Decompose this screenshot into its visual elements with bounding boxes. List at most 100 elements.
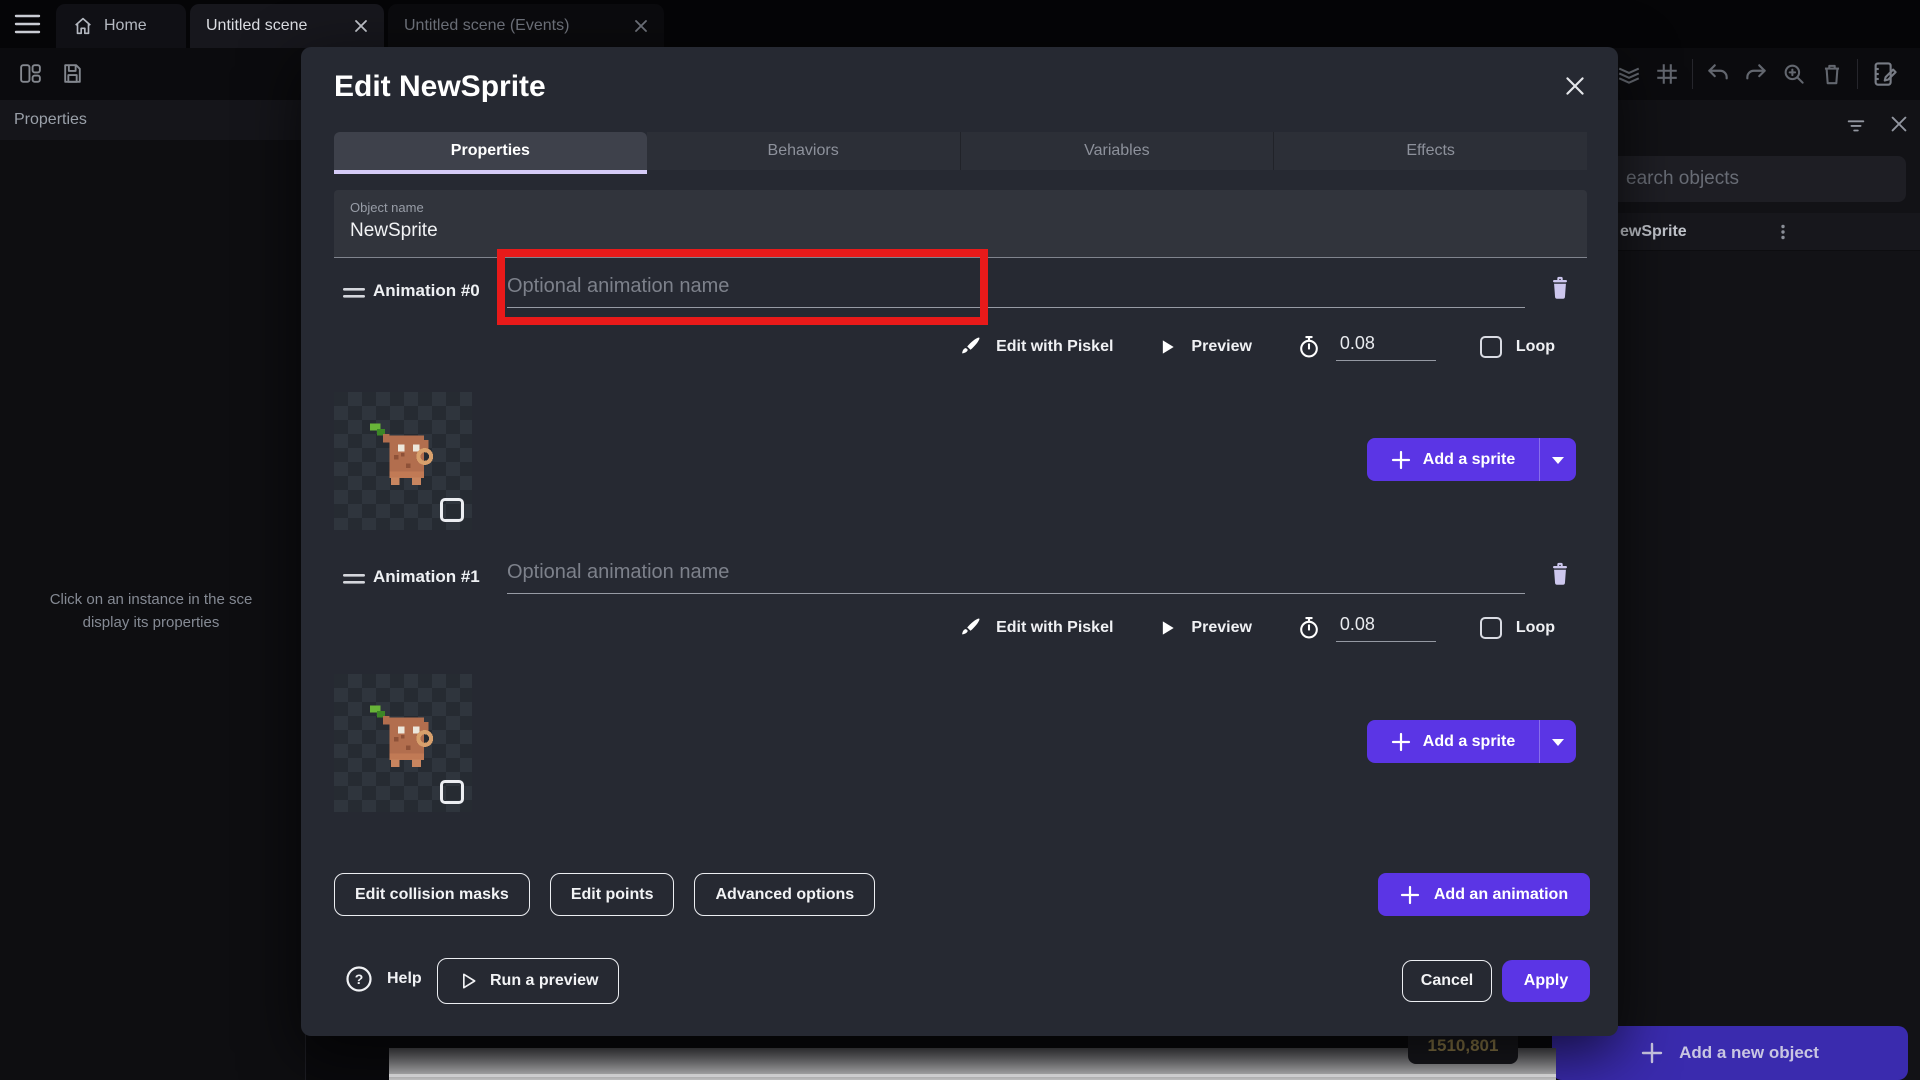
add-sprite-button[interactable]: Add a sprite — [1367, 720, 1576, 763]
brush-icon — [958, 335, 982, 359]
add-sprite-label: Add a sprite — [1423, 733, 1515, 751]
object-name-label: Object name — [350, 200, 424, 215]
add-animation-button[interactable]: Add an animation — [1378, 873, 1590, 916]
plus-icon — [1400, 885, 1420, 905]
help-icon: ? — [345, 965, 373, 993]
object-list-item[interactable]: ewSprite — [1598, 213, 1920, 251]
preview-button[interactable]: Preview — [1191, 338, 1251, 356]
stopwatch-icon — [1296, 334, 1322, 360]
animation-0-frame-time-input[interactable] — [1336, 333, 1436, 361]
preview-button[interactable]: Preview — [1191, 619, 1251, 637]
toolbar-divider — [1857, 59, 1858, 89]
play-icon — [1157, 337, 1177, 357]
toolbar-divider — [1692, 59, 1693, 89]
tab-home[interactable]: Home — [56, 4, 186, 48]
animation-1-loop-checkbox[interactable] — [1480, 617, 1502, 639]
play-icon — [1157, 618, 1177, 638]
tab-events-label: Untitled scene (Events) — [404, 17, 569, 35]
trash-icon[interactable] — [1547, 559, 1573, 587]
animation-0-label: Animation #0 — [373, 281, 480, 301]
close-icon[interactable] — [1888, 113, 1910, 135]
chevron-down-icon[interactable] — [1540, 455, 1576, 465]
help-button[interactable]: ? Help — [345, 965, 422, 993]
add-new-object-label: Add a new object — [1679, 1043, 1819, 1063]
apply-button[interactable]: Apply — [1502, 960, 1590, 1002]
sprite-tools-row: Edit collision masks Edit points Advance… — [334, 873, 875, 916]
edit-sprite-dialog: Edit NewSprite Properties Behaviors Vari… — [301, 47, 1618, 1036]
properties-panel-header: Properties — [0, 100, 305, 140]
hamburger-menu-icon[interactable] — [14, 13, 41, 35]
sprite-thumbnail[interactable] — [334, 674, 472, 812]
trash-icon[interactable] — [1547, 273, 1573, 301]
plus-icon — [1391, 732, 1411, 752]
animation-1-label: Animation #1 — [373, 567, 480, 587]
svg-text:?: ? — [355, 971, 364, 987]
chevron-down-icon[interactable] — [1540, 737, 1576, 747]
scene-canvas-border — [389, 1074, 1556, 1077]
tab-untitled-scene-events[interactable]: Untitled scene (Events) — [388, 4, 664, 48]
animation-1-toolbar: Edit with Piskel Preview Loop — [958, 610, 1555, 646]
drag-handle-icon[interactable] — [343, 287, 365, 299]
scene-toolbar-right — [1616, 59, 1900, 89]
tab-untitled-scene[interactable]: Untitled scene — [190, 4, 384, 48]
run-preview-label: Run a preview — [490, 972, 598, 990]
cancel-button[interactable]: Cancel — [1402, 960, 1492, 1002]
object-name-input[interactable] — [350, 220, 1550, 242]
top-bar: Home Untitled scene Untitled scene (Even… — [0, 0, 1920, 48]
filter-icon[interactable] — [1845, 114, 1867, 136]
add-sprite-label: Add a sprite — [1423, 451, 1515, 469]
animation-0-toolbar: Edit with Piskel Preview Loop — [958, 329, 1555, 365]
dialog-tabs: Properties Behaviors Variables Effects — [334, 132, 1587, 170]
zoom-in-icon[interactable] — [1781, 61, 1807, 87]
tab-scene-label: Untitled scene — [206, 17, 307, 35]
object-name-field[interactable]: Object name — [334, 190, 1587, 258]
tab-properties[interactable]: Properties — [334, 132, 647, 170]
edit-collision-masks-button[interactable]: Edit collision masks — [334, 873, 530, 916]
annotation-highlight-rectangle — [497, 249, 988, 325]
animation-0-loop-checkbox[interactable] — [1480, 336, 1502, 358]
loop-label: Loop — [1516, 619, 1555, 637]
run-preview-button[interactable]: Run a preview — [437, 958, 619, 1004]
loop-label: Loop — [1516, 338, 1555, 356]
properties-empty-message: Click on an instance in the sce display … — [0, 588, 302, 634]
tab-behaviors[interactable]: Behaviors — [647, 132, 961, 170]
plus-icon — [1391, 450, 1411, 470]
help-label: Help — [387, 970, 422, 988]
dialog-title: Edit NewSprite — [334, 70, 546, 104]
search-objects-input[interactable] — [1590, 156, 1906, 202]
grid-icon[interactable] — [1654, 61, 1680, 87]
brush-icon — [958, 616, 982, 640]
play-outline-icon — [458, 971, 478, 991]
tab-variables[interactable]: Variables — [961, 132, 1275, 170]
animation-1-frame-time-input[interactable] — [1336, 614, 1436, 642]
close-icon[interactable] — [1562, 73, 1588, 99]
advanced-options-button[interactable]: Advanced options — [694, 873, 875, 916]
save-icon[interactable] — [60, 61, 85, 86]
tab-effects[interactable]: Effects — [1274, 132, 1587, 170]
trash-icon[interactable] — [1819, 61, 1845, 87]
tab-home-label: Home — [104, 17, 147, 35]
object-item-label: ewSprite — [1620, 223, 1752, 241]
stopwatch-icon — [1296, 615, 1322, 641]
sprite-select-checkbox[interactable] — [440, 498, 464, 522]
layers-icon[interactable] — [1616, 61, 1642, 87]
properties-panel: Properties Click on an instance in the s… — [0, 100, 306, 1080]
sprite-select-checkbox[interactable] — [440, 780, 464, 804]
notebook-edit-icon[interactable] — [1870, 59, 1900, 89]
drag-handle-icon[interactable] — [343, 573, 365, 585]
home-icon — [72, 15, 94, 37]
add-sprite-button[interactable]: Add a sprite — [1367, 438, 1576, 481]
edit-with-piskel-button[interactable]: Edit with Piskel — [996, 338, 1113, 356]
close-icon[interactable] — [634, 19, 648, 33]
edit-with-piskel-button[interactable]: Edit with Piskel — [996, 619, 1113, 637]
add-animation-label: Add an animation — [1434, 886, 1568, 904]
objects-panel: ewSprite Add a new object — [1598, 100, 1920, 1080]
close-icon[interactable] — [354, 19, 368, 33]
redo-icon[interactable] — [1743, 61, 1769, 87]
undo-icon[interactable] — [1705, 61, 1731, 87]
dots-vertical-icon[interactable] — [1774, 223, 1906, 241]
panels-icon[interactable] — [18, 61, 43, 86]
edit-points-button[interactable]: Edit points — [550, 873, 675, 916]
sprite-thumbnail[interactable] — [334, 392, 472, 530]
animation-1-name-input[interactable] — [507, 561, 1525, 594]
